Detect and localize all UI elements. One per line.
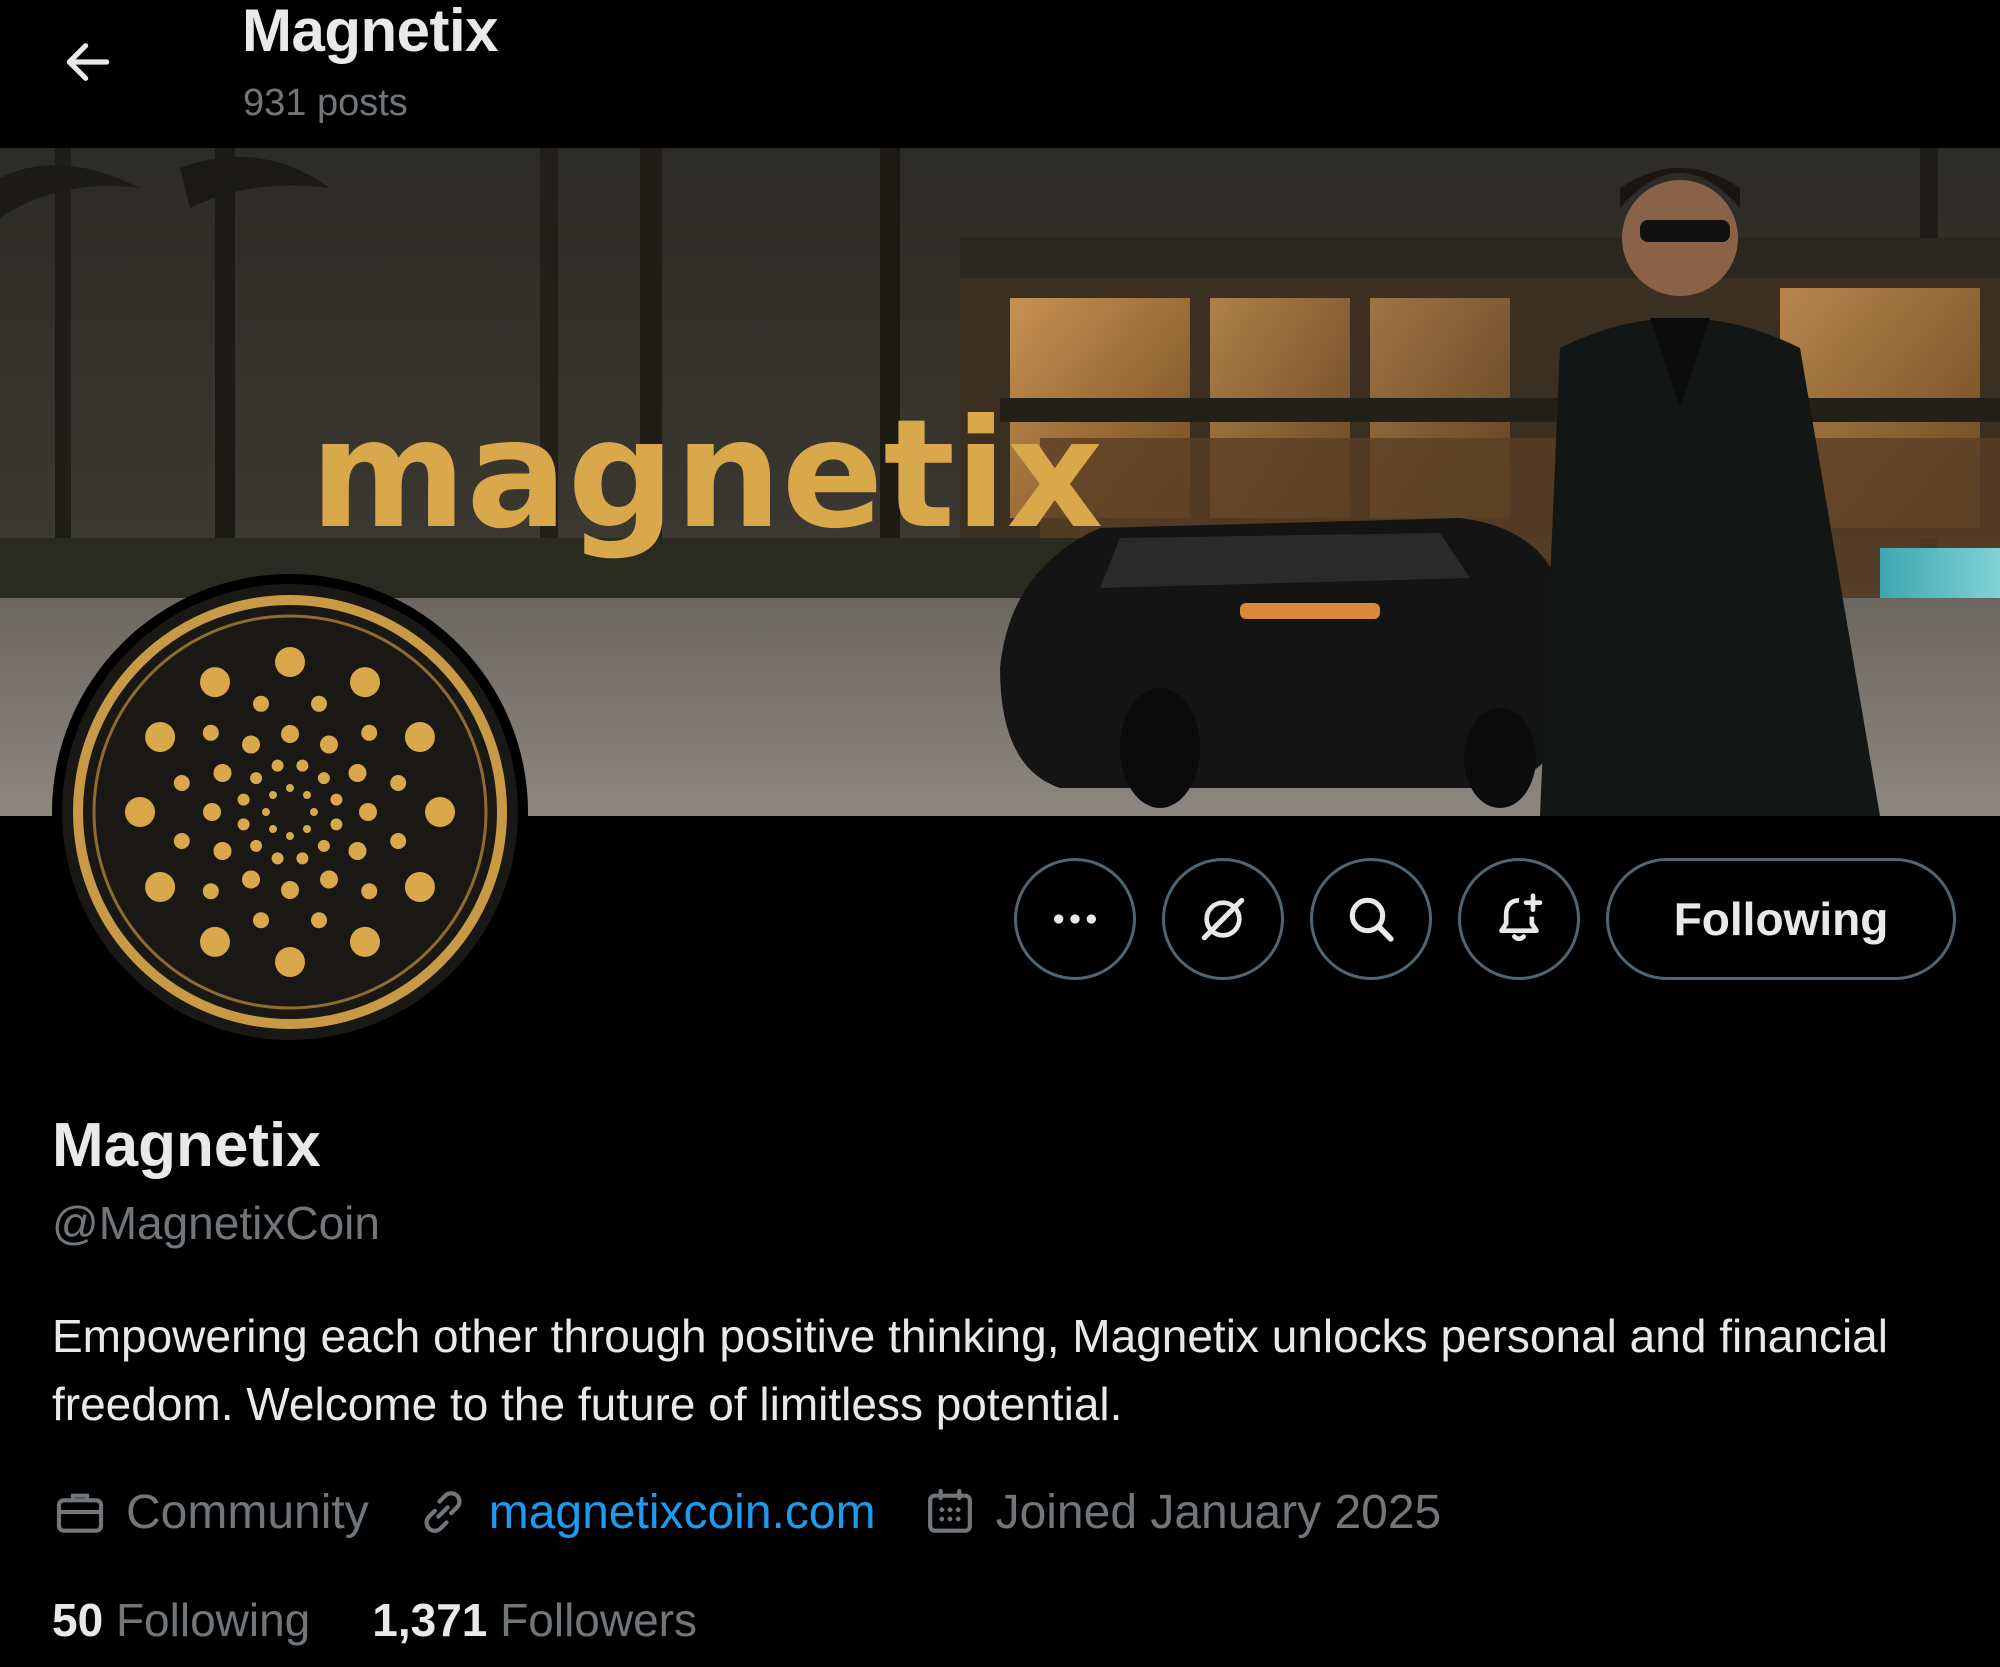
logo-dot: [271, 759, 284, 772]
logo-dot: [303, 825, 311, 833]
display-name: Magnetix: [52, 1111, 321, 1180]
logo-dot: [303, 791, 311, 799]
logo-dot: [253, 695, 269, 712]
logo-dot: [425, 797, 455, 827]
followers-stat[interactable]: 1,371 Followers: [372, 1593, 697, 1647]
more-dots-icon: [1054, 914, 1096, 924]
avatar[interactable]: [52, 574, 528, 1050]
following-label: Following: [115, 1594, 311, 1646]
profile-header: Magnetix 931 posts: [0, 0, 2000, 148]
following-count: 50: [52, 1594, 104, 1646]
user-handle: @MagnetixCoin: [52, 1197, 380, 1249]
followers-label: Followers: [500, 1594, 697, 1646]
logo-dot: [296, 852, 309, 865]
logo-dot: [271, 852, 284, 865]
post-count: 931 posts: [243, 82, 408, 124]
logo-dot: [359, 803, 377, 821]
search-posts-button[interactable]: [1310, 858, 1432, 980]
logo-dot: [311, 695, 327, 712]
logo-dot: [320, 870, 338, 889]
magnetix-logo: [62, 584, 518, 1040]
logo-dot: [269, 791, 277, 799]
followers-count: 1,371: [372, 1594, 488, 1646]
link-icon: [424, 1491, 462, 1533]
logo-dot: [281, 725, 299, 743]
logo-dot: [202, 883, 219, 900]
logo-dot: [262, 808, 270, 816]
logo-dot: [390, 775, 407, 791]
logo-dot: [286, 832, 294, 840]
logo-dot: [404, 872, 435, 902]
logo-dot: [242, 735, 260, 754]
logo-dot: [213, 764, 232, 782]
logo-dot: [317, 839, 330, 852]
logo-dot: [269, 825, 277, 833]
logo-dot: [348, 764, 367, 782]
grok-icon: [1201, 897, 1245, 941]
logo-dot: [348, 842, 367, 860]
logo-dot: [242, 870, 260, 889]
logo-dot: [200, 667, 230, 698]
joined-label: Joined January 2025: [995, 1485, 1442, 1539]
logo-dot: [203, 803, 221, 821]
logo-dot: [311, 912, 327, 929]
logo-dot: [250, 772, 263, 785]
category-item: Community: [52, 1484, 369, 1540]
logo-dot: [361, 724, 378, 741]
logo-dot: [250, 839, 263, 852]
following-button[interactable]: Following: [1606, 858, 1956, 980]
header-title: Magnetix: [242, 0, 499, 64]
logo-dot: [281, 881, 299, 899]
logo-dot: [237, 793, 250, 806]
grok-button[interactable]: [1162, 858, 1284, 980]
profile-meta: Community magnetixcoin.com Joined Januar…: [52, 1478, 1487, 1546]
logo-dot: [361, 883, 378, 900]
category-label: Community: [126, 1485, 369, 1539]
logo-dot: [286, 784, 294, 792]
logo-dot: [350, 926, 380, 957]
website-item: magnetixcoin.com: [415, 1484, 876, 1540]
logo-dot: [390, 833, 407, 849]
bell-plus-icon: [1499, 893, 1543, 942]
logo-dot: [173, 775, 190, 791]
banner-wordmark: magnetix: [310, 388, 1103, 562]
logo-dot: [317, 772, 330, 785]
logo-dot: [202, 724, 219, 741]
more-options-button[interactable]: [1014, 858, 1136, 980]
logo-dot: [213, 842, 232, 860]
logo-dot: [320, 735, 338, 754]
logo-dot: [237, 818, 250, 831]
logo-dot: [275, 947, 305, 977]
profile-bio: Empowering each other through positive t…: [52, 1310, 1888, 1430]
logo-dot: [296, 759, 309, 772]
logo-dot: [310, 808, 318, 816]
logo-dot: [145, 872, 176, 902]
briefcase-icon: [56, 1493, 104, 1533]
logo-dot: [145, 722, 176, 752]
logo-dot: [404, 722, 435, 752]
back-button[interactable]: [48, 22, 128, 102]
logo-dot: [330, 793, 343, 806]
website-link[interactable]: magnetixcoin.com: [489, 1485, 876, 1540]
logo-dot: [173, 833, 190, 849]
logo-dot: [330, 818, 343, 831]
logo-dot: [275, 647, 305, 677]
calendar-icon: [927, 1488, 972, 1533]
logo-dot: [253, 912, 269, 929]
search-icon: [1349, 897, 1394, 942]
profile-page: Magnetix 931 posts magnetix Following Ma…: [0, 0, 2000, 1667]
follow-stats: 50 Following 1,371 Followers: [52, 1586, 759, 1654]
logo-dot: [200, 926, 230, 957]
arrow-left-icon: [66, 43, 110, 81]
logo-dot: [125, 797, 155, 827]
logo-dot: [350, 667, 380, 698]
joined-item: Joined January 2025: [922, 1484, 1442, 1540]
following-stat[interactable]: 50 Following: [52, 1593, 310, 1647]
notifications-button[interactable]: [1458, 858, 1580, 980]
